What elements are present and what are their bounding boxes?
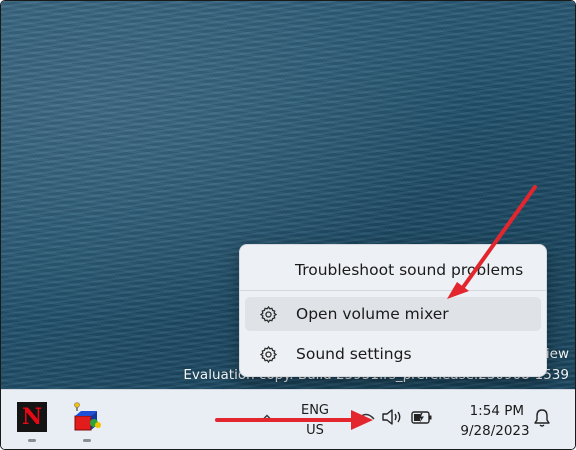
system-clock[interactable]: 1:54 PM 9/28/2023 xyxy=(445,401,545,441)
chevron-up-icon[interactable] xyxy=(261,408,273,420)
bell-icon[interactable] xyxy=(533,408,551,432)
gear-icon xyxy=(258,304,278,324)
menu-item-label: Open volume mixer xyxy=(296,305,449,323)
screen-frame: view Evaluation copy. Build 25951.rs_pre… xyxy=(0,0,576,450)
clock-date: 9/28/2023 xyxy=(460,423,530,439)
menu-item-sound-settings[interactable]: Sound settings xyxy=(245,337,541,371)
menu-item-troubleshoot-sound[interactable]: Troubleshoot sound problems xyxy=(245,253,541,287)
language-code: ENG xyxy=(300,403,329,418)
menu-item-label: Sound settings xyxy=(296,345,412,363)
language-indicator[interactable]: ENG US xyxy=(298,401,332,441)
battery-charging-icon[interactable] xyxy=(410,408,434,430)
volume-context-menu: Troubleshoot sound problems Open volume … xyxy=(239,244,547,377)
menu-item-label: Troubleshoot sound problems xyxy=(295,261,524,279)
menu-separator xyxy=(240,290,546,291)
gear-icon xyxy=(258,344,278,364)
running-indicator xyxy=(83,439,91,442)
running-indicator xyxy=(28,439,36,442)
netflix-glyph: N xyxy=(21,404,43,430)
clock-time: 1:54 PM xyxy=(469,403,524,419)
menu-item-open-volume-mixer[interactable]: Open volume mixer xyxy=(245,297,541,331)
speaker-icon[interactable] xyxy=(381,408,405,430)
region-code: US xyxy=(306,423,324,438)
netflix-icon[interactable]: N xyxy=(17,402,47,432)
paint-3d-icon[interactable] xyxy=(71,402,101,432)
network-icon[interactable] xyxy=(356,408,376,430)
taskbar: N ENG US 1:54 PM 9/28/2023 xyxy=(1,389,575,449)
